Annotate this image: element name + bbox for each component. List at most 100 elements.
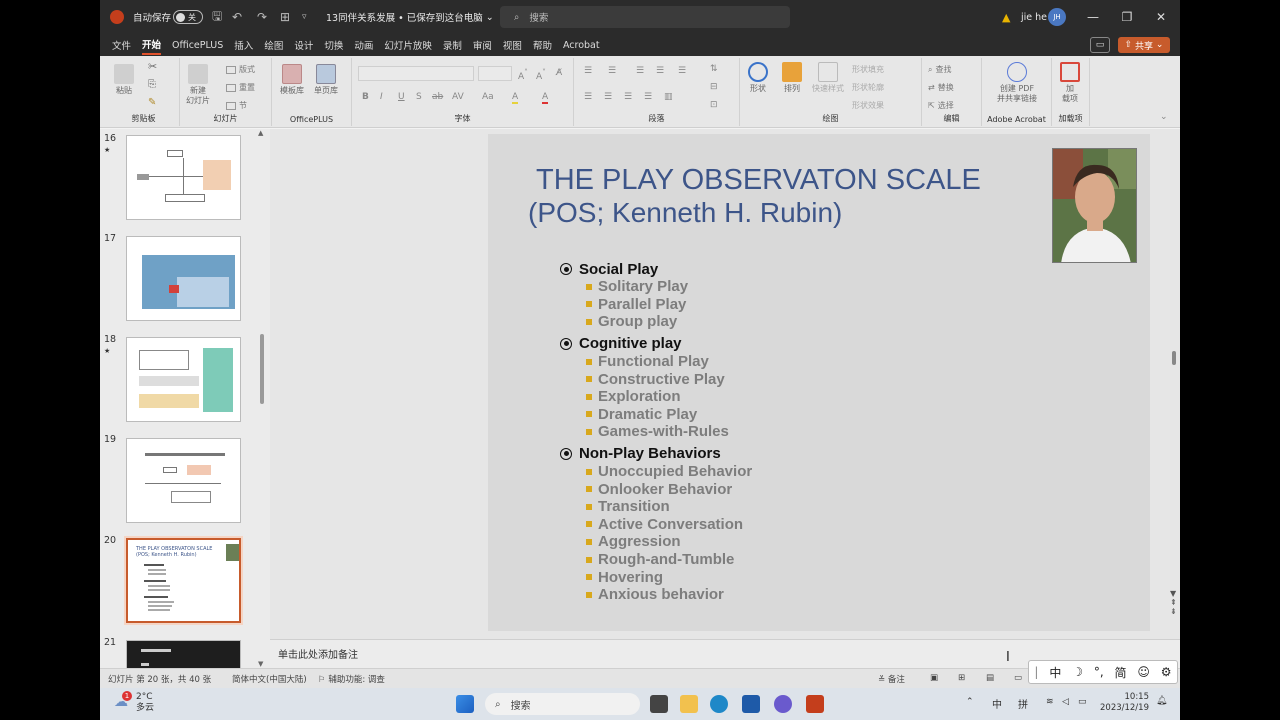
shapes-button[interactable]: 形状: [748, 62, 768, 94]
autosave-toggle[interactable]: 关: [173, 10, 203, 24]
tray-ime-pinyin[interactable]: 拼: [1018, 696, 1028, 711]
shape-outline-button[interactable]: 形状轮廓: [852, 82, 884, 93]
slide-scrollbar[interactable]: ▼ ⇞ ⇟: [1170, 129, 1180, 639]
slide-nav-icons[interactable]: ▼ ⇞ ⇟: [1170, 589, 1177, 616]
paste-button[interactable]: 粘贴: [114, 64, 134, 96]
align-text-icon[interactable]: ⊟: [710, 82, 718, 92]
clock[interactable]: 10:15 2023/12/19: [1100, 692, 1149, 714]
tab-officeplus[interactable]: OfficePLUS: [172, 38, 223, 53]
present-icon[interactable]: ⊞: [280, 0, 290, 34]
select-button[interactable]: ⇱ 选择: [928, 100, 954, 111]
shrink-font-icon[interactable]: A˅: [536, 68, 546, 82]
tab-transitions[interactable]: 切换: [324, 36, 343, 54]
addins-button[interactable]: 加载项: [1060, 62, 1080, 104]
font-color-button[interactable]: A: [542, 92, 549, 104]
volume-icon[interactable]: ◁: [1062, 697, 1069, 707]
tab-review[interactable]: 审阅: [473, 36, 492, 54]
strikethrough-button[interactable]: ab: [432, 92, 443, 102]
weather-widget[interactable]: 2°C 多云: [136, 692, 154, 714]
reading-view-icon[interactable]: ▤: [986, 673, 994, 683]
ime-punctuation-icon[interactable]: °,: [1094, 665, 1104, 679]
thumbnail-scrollbar[interactable]: ▲ ▼: [258, 129, 266, 668]
font-name-select[interactable]: [358, 66, 474, 81]
ime-simplified-mode[interactable]: 简: [1115, 664, 1127, 681]
format-painter-icon[interactable]: ✎: [148, 98, 156, 108]
tab-draw[interactable]: 绘图: [264, 36, 283, 54]
notes-button[interactable]: ≚ 备注: [878, 673, 905, 685]
avatar[interactable]: JH: [1048, 8, 1066, 26]
tab-acrobat[interactable]: Acrobat: [563, 38, 600, 53]
slide-title-line2[interactable]: (POS; Kenneth H. Rubin): [528, 197, 842, 229]
line-spacing-icon[interactable]: ☰: [678, 66, 686, 76]
customize-qat-icon[interactable]: ▿: [302, 0, 307, 34]
justify-icon[interactable]: ☰: [644, 92, 652, 102]
tab-home[interactable]: 开始: [142, 35, 162, 55]
minimize-icon[interactable]: —: [1076, 0, 1110, 34]
tab-help[interactable]: 帮助: [533, 36, 552, 54]
bold-button[interactable]: B: [362, 92, 369, 102]
ime-halfwidth-icon[interactable]: ☽: [1072, 665, 1083, 679]
tray-overflow-icon[interactable]: ⌃: [966, 697, 974, 707]
tray-ime-chinese[interactable]: 中: [992, 696, 1002, 711]
slide-thumbnail-16[interactable]: [126, 135, 241, 220]
align-right-icon[interactable]: ☰: [624, 92, 632, 102]
smartart-icon[interactable]: ⊡: [710, 100, 718, 110]
arrange-button[interactable]: 排列: [782, 62, 802, 94]
tab-view[interactable]: 视图: [503, 36, 522, 54]
normal-view-icon[interactable]: ▣: [930, 673, 938, 683]
slide-thumbnail-20[interactable]: THE PLAY OBSERVATON SCALE (POS; Kenneth H…: [124, 536, 243, 625]
cut-icon[interactable]: ✂: [148, 61, 157, 72]
slide-thumbnail-19[interactable]: [126, 438, 241, 523]
ime-emoji-icon[interactable]: ☺: [1137, 665, 1150, 679]
find-button[interactable]: ⌕ 查找: [928, 64, 951, 75]
slide-content[interactable]: Social Play Solitary Play Parallel Play …: [560, 260, 752, 604]
kenneth-rubin-photo[interactable]: [1052, 148, 1137, 263]
tab-slideshow[interactable]: 幻灯片放映: [384, 36, 432, 54]
warning-icon[interactable]: ▲: [1002, 0, 1010, 34]
columns-icon[interactable]: ▥: [664, 92, 673, 102]
ime-settings-icon[interactable]: ⚙: [1161, 665, 1172, 679]
grow-font-icon[interactable]: A˄: [518, 68, 528, 82]
decrease-indent-icon[interactable]: ☰: [636, 66, 644, 76]
tab-file[interactable]: 文件: [112, 36, 131, 54]
comment-icon[interactable]: ▭: [1090, 37, 1110, 53]
notification-icon[interactable]: 🔔︎: [1156, 696, 1167, 706]
battery-icon[interactable]: ▭: [1078, 697, 1087, 707]
change-case-button[interactable]: Aa: [482, 92, 494, 102]
create-pdf-button[interactable]: 创建 PDF 并共享链接: [984, 62, 1050, 104]
underline-button[interactable]: U: [398, 92, 405, 102]
scroll-thumb[interactable]: [1172, 351, 1176, 365]
store-icon[interactable]: [742, 695, 760, 713]
ime-toolbar[interactable]: | 中 ☽ °, 简 ☺ ⚙: [1028, 660, 1178, 684]
app-icon[interactable]: [774, 695, 792, 713]
close-icon[interactable]: ✕: [1144, 0, 1178, 34]
highlight-button[interactable]: A: [512, 92, 519, 104]
powerpoint-taskbar-icon[interactable]: [806, 695, 824, 713]
current-slide[interactable]: THE PLAY OBSERVATON SCALE (POS; Kenneth …: [488, 134, 1150, 631]
restore-icon[interactable]: ❐: [1110, 0, 1144, 34]
file-explorer-icon[interactable]: [680, 695, 698, 713]
shadow-button[interactable]: S: [416, 92, 422, 102]
quick-styles-button[interactable]: 快速样式: [812, 62, 844, 94]
numbering-icon[interactable]: ☰: [608, 66, 616, 76]
align-center-icon[interactable]: ☰: [604, 92, 612, 102]
align-left-icon[interactable]: ☰: [584, 92, 592, 102]
sorter-view-icon[interactable]: ⊞: [958, 673, 965, 683]
wifi-icon[interactable]: ≋: [1046, 697, 1054, 707]
bullets-icon[interactable]: ☰: [584, 66, 592, 76]
ime-chinese-mode[interactable]: 中: [1049, 664, 1061, 681]
tab-insert[interactable]: 插入: [234, 36, 253, 54]
reset-button[interactable]: 重置: [226, 82, 255, 93]
task-view-icon[interactable]: [650, 695, 668, 713]
single-page-library-button[interactable]: 单页库: [314, 64, 338, 96]
edge-icon[interactable]: [710, 695, 728, 713]
document-title[interactable]: 13同伴关系发展 • 已保存到这台电脑 ⌄: [326, 0, 494, 34]
undo-icon[interactable]: ↶: [232, 0, 242, 34]
shape-effects-button[interactable]: 形状效果: [852, 100, 884, 111]
slide-thumbnail-18[interactable]: [126, 337, 241, 422]
slideshow-view-icon[interactable]: ▭: [1014, 673, 1022, 683]
accessibility-button[interactable]: ⚐ 辅助功能: 调查: [318, 673, 385, 685]
clear-format-icon[interactable]: A̸: [556, 68, 562, 78]
collapse-ribbon-icon[interactable]: ⌄: [1160, 112, 1168, 122]
slide-thumbnail-17[interactable]: [126, 236, 241, 321]
